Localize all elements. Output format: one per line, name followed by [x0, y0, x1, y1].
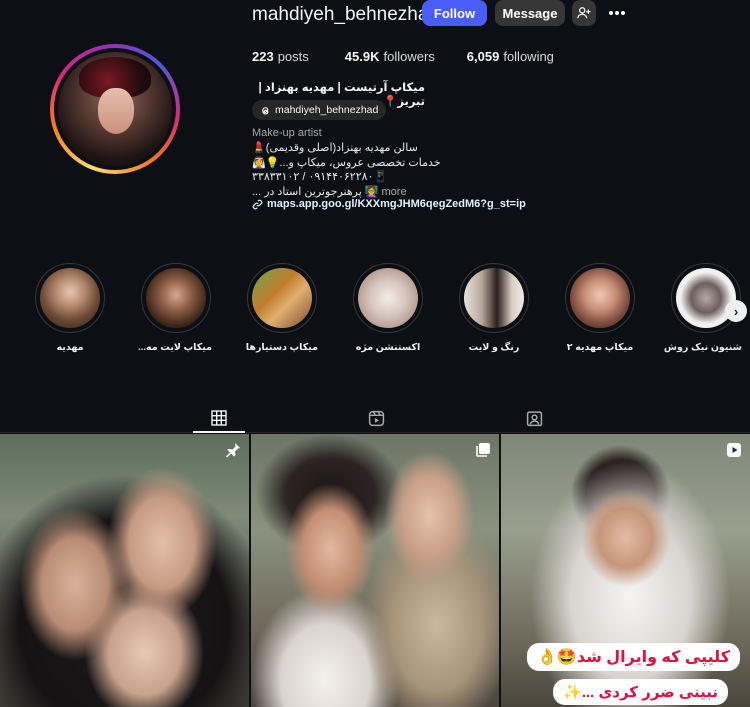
post-thumbnail[interactable] [0, 434, 249, 707]
highlight-label: رنگ و لایت [468, 342, 520, 353]
chevron-right-icon: › [733, 303, 739, 319]
profile-avatar[interactable] [50, 44, 180, 174]
highlight-label: مهدیه [56, 342, 84, 353]
profile-username: mahdiyeh_behnezhad [252, 4, 439, 25]
add-user-icon [577, 7, 591, 19]
highlight-label: میکاپ لایت مه... [138, 342, 212, 353]
profile-bio: سالن مهدیه بهنزاد(اصلی وقدیمی)💄 خدمات تخ… [252, 141, 441, 199]
highlight-label: اکستنشن مژه [355, 342, 421, 353]
highlight-label: میکاپ مهدیه ۲ [566, 342, 634, 353]
threads-handle: mahdiyeh_behnezhad [275, 104, 379, 116]
message-button[interactable]: Message [495, 0, 565, 26]
bio-line: 👩‍🏫 پرهنرجوترین استاد در ... [252, 185, 379, 198]
highlight-item[interactable]: میکاپ دستیارها [246, 263, 318, 353]
highlight-label: شنیون نیک روش [663, 342, 742, 353]
post-thumbnail[interactable] [251, 434, 499, 707]
tab-posts[interactable] [199, 405, 239, 431]
bio-link-text: maps.app.goo.gl/KXXmgJHM6qegZedM6?g_st=i… [267, 198, 526, 210]
post-caption-line2: نبینی ضرر کردی ...✨ [553, 679, 728, 705]
bio-external-link[interactable]: maps.app.goo.gl/KXXmgJHM6qegZedM6?g_st=i… [252, 198, 526, 210]
tab-reels[interactable] [356, 405, 396, 431]
highlight-label: میکاپ دستیارها [245, 342, 318, 353]
avatar-image [58, 52, 172, 166]
highlight-item[interactable]: اکستنشن مژه [352, 263, 424, 353]
link-icon [252, 199, 263, 209]
profile-category: Make-up artist [252, 127, 322, 139]
threads-icon [262, 106, 269, 114]
bio-line: خدمات تخصصی عروس، میکاپ و...💡👰 [252, 156, 441, 169]
reel-icon [727, 443, 741, 457]
pin-icon [226, 443, 240, 458]
more-options-button[interactable] [605, 0, 629, 26]
highlights-next-button[interactable]: › [725, 300, 747, 322]
highlight-item[interactable]: میکاپ لایت مه... [138, 263, 212, 353]
carousel-icon [476, 443, 490, 457]
tagged-icon [526, 410, 542, 426]
tab-tagged[interactable] [514, 405, 554, 431]
highlight-item[interactable]: میکاپ مهدیه ۲ [564, 263, 636, 353]
follow-button[interactable]: Follow [422, 0, 487, 26]
more-dots-icon [609, 11, 625, 15]
followers-count[interactable]: 45.9K followers [345, 49, 435, 64]
reels-icon [368, 410, 384, 426]
active-tab-indicator [193, 431, 245, 433]
threads-badge[interactable]: mahdiyeh_behnezhad [252, 100, 387, 120]
bio-line: 📱۰۹۱۴۴۰۶۲۲۸۰ / ۳۳۸۳۳۱۰۲ [252, 171, 388, 183]
tabs-divider [0, 432, 750, 433]
grid-icon [211, 410, 227, 426]
following-count[interactable]: 6,059 following [467, 49, 554, 64]
profile-stats: 223 posts 45.9K followers 6,059 following [252, 49, 554, 64]
bio-line: سالن مهدیه بهنزاد(اصلی وقدیمی)💄 [252, 142, 418, 154]
posts-count: 223 posts [252, 49, 309, 64]
highlight-item[interactable]: مهدیه [34, 263, 106, 353]
highlight-item[interactable]: رنگ و لایت [458, 263, 530, 353]
suggest-users-button[interactable] [572, 0, 596, 26]
bio-more-link[interactable]: more [382, 185, 407, 200]
post-caption-line1: کلیپی که وایرال شد🤩👌 [526, 643, 740, 671]
